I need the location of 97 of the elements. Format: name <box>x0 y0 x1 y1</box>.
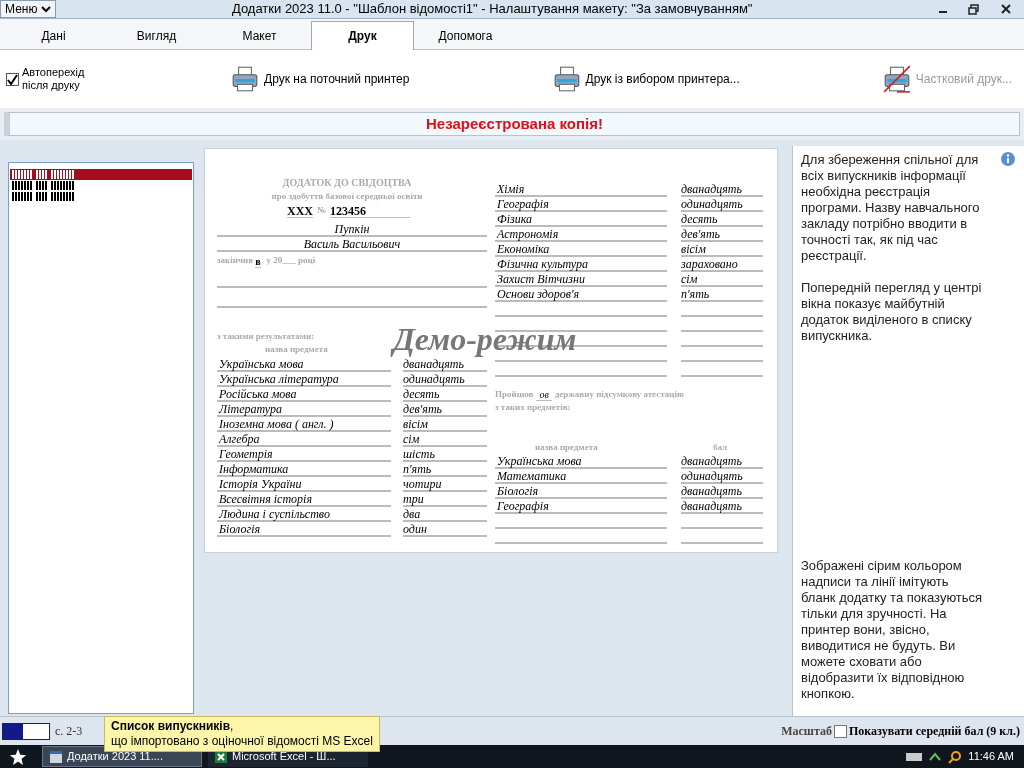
number-value: 123456 <box>330 204 411 218</box>
unregistered-banner: Незареєстрована копія! <box>4 112 1020 136</box>
grade-cell: десять <box>681 212 763 227</box>
subject-cell: Економіка <box>495 242 667 257</box>
info-text: Зображені сірим кольором надписи та лінії імітують бланк додатку та показуються тільки для зручності. На принтер вони, звісно, виводитися не будуть. Ви можете сховати або відобразити їх відповідною кнопкою. <box>801 558 984 702</box>
tab[interactable]: Допомога <box>414 23 517 49</box>
menu-button[interactable]: Меню <box>0 0 57 18</box>
grade-cell: десять <box>403 386 487 402</box>
subject-cell: Українська література <box>217 371 391 387</box>
subject-cell: Фізична культура <box>495 257 667 272</box>
grade-cell: три <box>403 491 487 507</box>
window-title: Додатки 2023 11.0 - "Шаблон відомості1" - Налаштування макету: "За замовчуванням" <box>230 0 754 19</box>
tab[interactable]: Макет <box>208 23 311 49</box>
subject-cell: Інформатика <box>217 461 391 477</box>
exam-intro-value: ов <box>536 390 552 401</box>
grade-cell: сім <box>403 431 487 447</box>
subject-cell: Алгебра <box>217 431 391 447</box>
grade-cell: одинадцять <box>681 469 763 484</box>
subject-cell: Іноземна мова ( англ. ) <box>217 416 391 432</box>
subject-cell: Українська мова <box>495 454 667 469</box>
keyboard-icon[interactable] <box>906 751 923 762</box>
grade-cell: одинадцять <box>403 371 487 387</box>
print-button[interactable]: Друк на поточний принтер <box>230 64 410 94</box>
grade-cell: один <box>403 521 487 537</box>
year-label: у 20___ році <box>266 254 316 267</box>
grade-cell: дванадцять <box>681 182 763 197</box>
grade-cell: одинадцять <box>681 197 763 212</box>
subject-cell: Географія <box>495 499 667 514</box>
subject-cell: Українська мова <box>217 356 391 372</box>
grade-cell: дванадцять <box>681 454 763 469</box>
info-icon[interactable] <box>1000 151 1016 167</box>
given-names-text: Василь Васильович <box>217 236 487 252</box>
subject-cell: Російська мова <box>217 386 391 402</box>
grade-cell: дванадцять <box>681 499 763 514</box>
zoom-label: Масштаб <box>781 723 833 740</box>
window-icon <box>49 749 63 764</box>
subject-column-label: назва предмета <box>534 440 599 454</box>
exam-intro-text: Пройшов <box>495 387 534 401</box>
grade-cell: п'ять <box>681 287 763 302</box>
grade-column-label: бал <box>712 440 728 454</box>
page-indicator <box>2 722 50 740</box>
printer-icon <box>230 64 260 94</box>
grade-cell: два <box>403 506 487 522</box>
exam-intro-text: державну підсумкову атестацію <box>554 387 684 401</box>
grade-cell: дев'ять <box>403 401 487 417</box>
grade-cell: вісім <box>681 242 763 257</box>
chevron-down-icon <box>41 5 52 13</box>
printer-icon <box>881 64 912 94</box>
subject-cell: Географія <box>495 197 667 212</box>
subject-cell: Математика <box>495 469 667 484</box>
finished-label: закінчив <box>217 254 254 267</box>
checkbox[interactable] <box>834 724 848 738</box>
subject-cell: Основи здоров'я <box>495 287 667 302</box>
finished-value: в <box>255 255 261 268</box>
exam-intro-text: з таких предметів: <box>495 401 572 414</box>
subject-cell: Хімія <box>495 182 667 197</box>
tab[interactable]: Вигляд <box>105 23 208 49</box>
subject-cell: Фізика <box>495 212 667 227</box>
series-value: XXX <box>287 204 313 218</box>
grade-cell: вісім <box>403 416 487 432</box>
search-icon[interactable] <box>948 749 963 764</box>
subject-cell: Біологія <box>495 484 667 499</box>
star-icon <box>9 747 27 766</box>
list-item[interactable] <box>10 169 192 180</box>
minimize-icon <box>939 11 947 13</box>
subject-cell: Астрономія <box>495 227 667 242</box>
grade-cell: дев'ять <box>681 227 763 242</box>
subject-cell: Біологія <box>217 521 391 537</box>
grade-cell: зараховано <box>681 257 763 272</box>
restore-icon <box>967 3 979 15</box>
grade-cell: п'ять <box>403 461 487 477</box>
checkbox-label: Показувати середній бал (9 кл.) <box>849 723 1020 740</box>
grade-cell: сім <box>681 272 763 287</box>
page-label: с. 2-3 <box>55 723 83 740</box>
grade-cell: чотири <box>403 476 487 492</box>
subject-cell: Історія України <box>217 476 391 492</box>
print-button[interactable]: Друк із вибором принтера... <box>551 64 740 94</box>
number-label: № <box>317 204 327 217</box>
surname-text: Пупкін <box>217 221 487 237</box>
subject-cell: Геометрія <box>217 446 391 462</box>
info-text: Для збереження спільної для всіх випускників інформації необхідна реєстрація програми. Назву навчального закладу потрібно вводити в точності так, як під час реєстрації. Попередній перегляд у центрі вікна показує майбутній додаток виділеного в списку випускника. <box>801 152 983 344</box>
form-subheading: про здобуття базової середньої освіти <box>270 190 424 203</box>
tab[interactable]: Дані <box>2 23 105 49</box>
checkbox-label: Автоперехід після друку <box>22 66 86 92</box>
subject-cell: Людина і суспільство <box>217 506 391 522</box>
tooltip-text: що імпортовано з оціночної відомості MS Excel <box>111 734 373 749</box>
clock: 11:46 AM <box>968 749 1014 765</box>
close-icon <box>1001 4 1011 14</box>
tooltip-text: Список випускників, <box>111 719 235 734</box>
grade-cell: дванадцять <box>681 484 763 499</box>
checkbox[interactable] <box>6 72 19 86</box>
grade-cell: шість <box>403 446 487 462</box>
subject-cell: Захист Вітчизни <box>495 272 667 287</box>
subject-cell: Література <box>217 401 391 417</box>
form-heading: ДОДАТОК ДО СВІДОЦТВА <box>281 176 413 190</box>
subject-cell: Всесвітня історія <box>217 491 391 507</box>
tab[interactable]: Друк <box>311 21 414 50</box>
